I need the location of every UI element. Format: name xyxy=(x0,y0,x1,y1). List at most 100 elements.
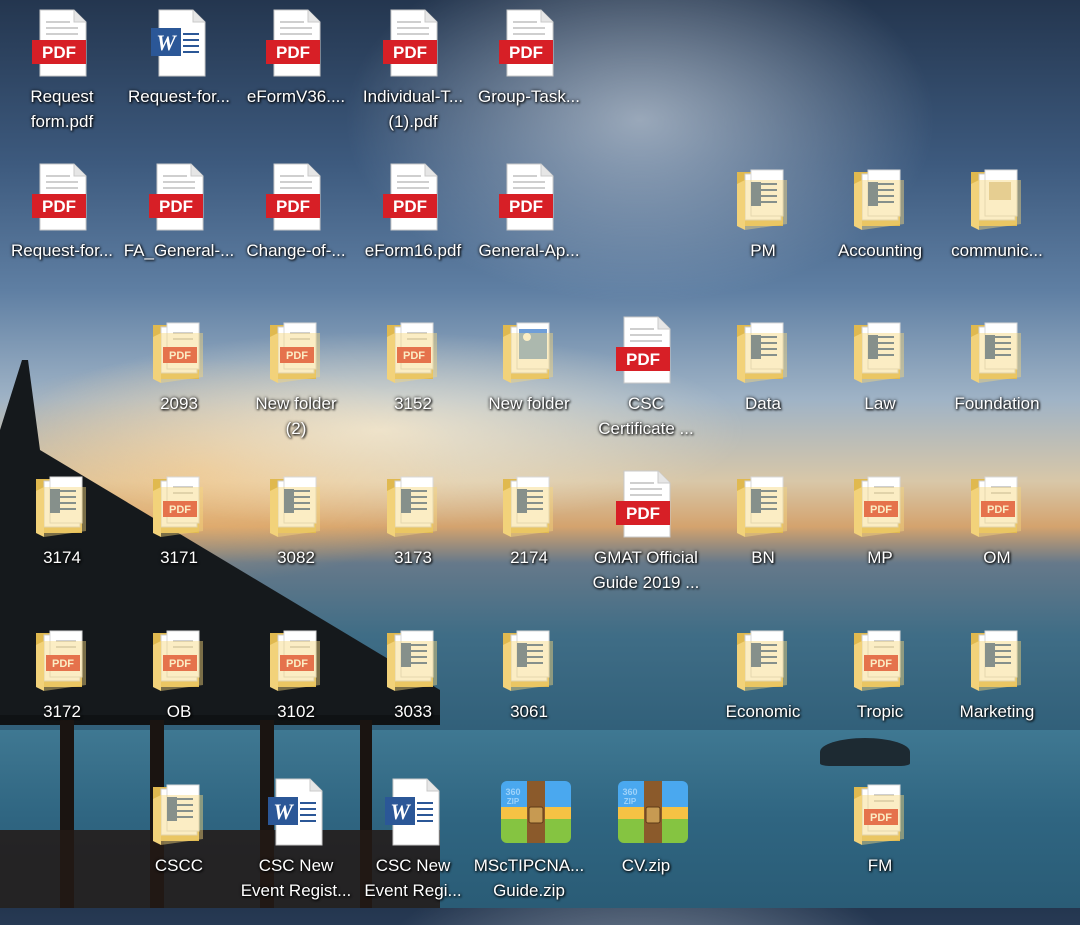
pdf-file-icon: PDF xyxy=(614,315,678,385)
desktop-icon[interactable]: PM xyxy=(705,158,821,310)
desktop-icon-label: CSC Certificate ... xyxy=(598,394,694,438)
svg-text:W: W xyxy=(156,30,177,55)
desktop-icon[interactable]: Accounting xyxy=(822,158,938,310)
pdf-file-icon: PDF xyxy=(264,162,328,232)
desktop-icon[interactable]: PDF New folder (2) xyxy=(238,311,354,463)
folder-word-icon xyxy=(731,162,795,232)
folder-word-icon xyxy=(731,623,795,693)
desktop-icon[interactable]: 360 ZIP CV.zip xyxy=(588,773,704,925)
desktop-icon-label: Foundation xyxy=(954,394,1040,413)
desktop-icon-label: 3173 xyxy=(394,548,432,567)
pdf-file-icon: PDF xyxy=(381,162,445,232)
desktop-icon[interactable]: PDF OM xyxy=(939,465,1055,617)
desktop-icon[interactable]: PDF Individual-T... (1).pdf xyxy=(355,4,471,156)
desktop-icon[interactable]: PDF MP xyxy=(822,465,938,617)
svg-text:PDF: PDF xyxy=(42,197,76,216)
folder-word-icon xyxy=(30,469,94,539)
desktop-icon[interactable]: BN xyxy=(705,465,821,617)
folder-word-icon xyxy=(497,623,561,693)
pdf-file-icon: PDF xyxy=(30,8,94,78)
folder-word-icon xyxy=(965,315,1029,385)
desktop-icon[interactable]: Law xyxy=(822,311,938,463)
desktop-icon-label: 3102 xyxy=(277,702,315,721)
desktop-icon-label: eFormV36.... xyxy=(246,87,346,106)
zip-archive-icon: 360 ZIP xyxy=(614,777,688,847)
desktop-icon[interactable]: 3173 xyxy=(355,465,471,617)
desktop-icon[interactable]: 3061 xyxy=(471,619,587,771)
desktop-icon[interactable]: CSCC xyxy=(121,773,237,925)
svg-text:PDF: PDF xyxy=(159,197,193,216)
desktop-icon[interactable]: PDF General-Ap... xyxy=(471,158,587,310)
desktop-icon-label: 3082 xyxy=(277,548,315,567)
folder-pdf-icon: PDF xyxy=(147,469,211,539)
zip-archive-icon: 360 ZIP xyxy=(497,777,571,847)
desktop-icon[interactable]: PDF eFormV36.... xyxy=(238,4,354,156)
desktop-icon[interactable]: W CSC New Event Regi... xyxy=(355,773,471,925)
desktop-icon[interactable]: 360 ZIP MScTIPCNA... Guide.zip xyxy=(471,773,587,925)
desktop-icon[interactable]: W Request-for... xyxy=(121,4,237,156)
desktop-icon[interactable]: PDF FA_General-... xyxy=(121,158,237,310)
pdf-file-icon: PDF xyxy=(30,162,94,232)
pdf-file-icon: PDF xyxy=(381,8,445,78)
desktop-icon-label: CSC New Event Regi... xyxy=(364,856,462,900)
desktop-icon-label: 2174 xyxy=(510,548,548,567)
folder-pdf-icon: PDF xyxy=(848,469,912,539)
desktop-icon-label: CSCC xyxy=(154,856,204,875)
desktop-icon[interactable]: Marketing xyxy=(939,619,1055,771)
desktop-icon[interactable]: PDF Tropic xyxy=(822,619,938,771)
desktop-icon-label: Tropic xyxy=(856,702,904,721)
desktop-icon-label: CV.zip xyxy=(621,856,671,875)
desktop-icon-label: 3174 xyxy=(43,548,81,567)
folder-pdf-icon: PDF xyxy=(147,315,211,385)
folder-pdf-icon: PDF xyxy=(965,469,1029,539)
desktop-icon[interactable]: PDF 3152 xyxy=(355,311,471,463)
desktop-icon[interactable]: PDF Request form.pdf xyxy=(4,4,120,156)
desktop-icon[interactable]: 3174 xyxy=(4,465,120,617)
desktop-icon[interactable]: PDF 2093 xyxy=(121,311,237,463)
desktop-icon-label: Marketing xyxy=(959,702,1035,721)
folder-pdf-icon: PDF xyxy=(381,315,445,385)
desktop-icon[interactable]: PDF Request-for... xyxy=(4,158,120,310)
desktop-icon-label: FA_General-... xyxy=(123,241,235,260)
svg-text:PDF: PDF xyxy=(509,43,543,62)
desktop-icon[interactable]: 2174 xyxy=(471,465,587,617)
folder-icon xyxy=(965,162,1029,232)
svg-text:PDF: PDF xyxy=(509,197,543,216)
desktop-icon-label: Law xyxy=(864,394,896,413)
desktop-icon[interactable]: PDF Group-Task... xyxy=(471,4,587,156)
desktop-icon-label: OB xyxy=(166,702,192,721)
desktop-icon-label: 3033 xyxy=(394,702,432,721)
desktop-icon[interactable]: PDF FM xyxy=(822,773,938,925)
desktop-icon[interactable]: PDF GMAT Official Guide 2019 ... xyxy=(588,465,704,617)
desktop-icon[interactable]: PDF CSC Certificate ... xyxy=(588,311,704,463)
pdf-file-icon: PDF xyxy=(614,469,678,539)
desktop-icon[interactable]: PDF 3171 xyxy=(121,465,237,617)
desktop-icon-label: PM xyxy=(750,241,776,260)
pdf-file-icon: PDF xyxy=(497,162,561,232)
desktop-icon-label: Change-of-... xyxy=(246,241,346,260)
desktop-icon[interactable]: Foundation xyxy=(939,311,1055,463)
pdf-file-icon: PDF xyxy=(147,162,211,232)
desktop-icon-label: OM xyxy=(983,548,1011,567)
desktop-icon[interactable]: 3033 xyxy=(355,619,471,771)
desktop-icon[interactable]: New folder xyxy=(471,311,587,463)
desktop-icon[interactable]: 3082 xyxy=(238,465,354,617)
desktop-icon-label: General-Ap... xyxy=(478,241,580,260)
folder-image-icon xyxy=(497,315,561,385)
svg-text:360: 360 xyxy=(505,787,520,797)
desktop-icon-label: Group-Task... xyxy=(477,87,581,106)
desktop-icon[interactable]: PDF 3102 xyxy=(238,619,354,771)
desktop-icon[interactable]: Economic xyxy=(705,619,821,771)
desktop-icon[interactable]: communic... xyxy=(939,158,1055,310)
desktop-icon[interactable]: PDF Change-of-... xyxy=(238,158,354,310)
desktop-icon[interactable]: PDF eForm16.pdf xyxy=(355,158,471,310)
desktop-icon[interactable]: PDF 3172 xyxy=(4,619,120,771)
svg-text:W: W xyxy=(390,799,411,824)
desktop-icon-label: 3171 xyxy=(160,548,198,567)
folder-word-icon xyxy=(731,469,795,539)
desktop-icon[interactable]: Data xyxy=(705,311,821,463)
folder-word-icon xyxy=(264,469,328,539)
folder-word-icon xyxy=(731,315,795,385)
desktop-icon[interactable]: W CSC New Event Regist... xyxy=(238,773,354,925)
desktop-icon[interactable]: PDF OB xyxy=(121,619,237,771)
